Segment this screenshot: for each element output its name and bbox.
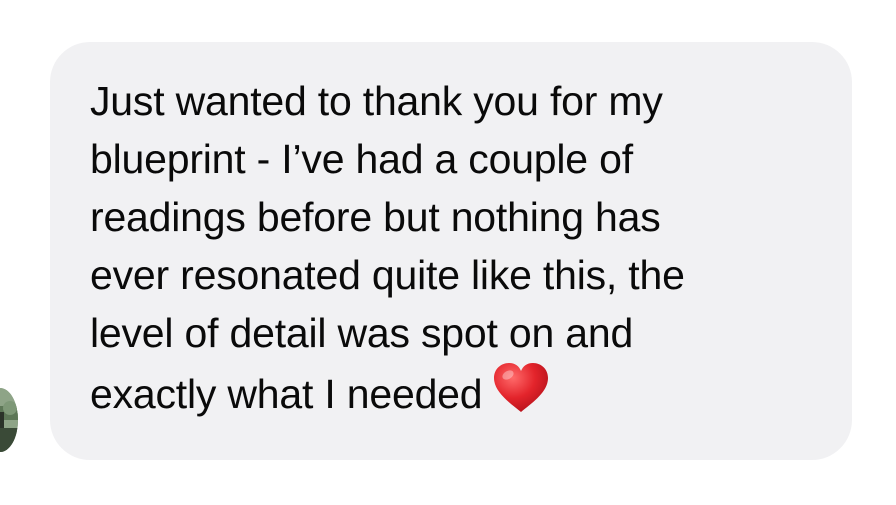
sender-avatar[interactable] xyxy=(0,388,18,452)
message-text: Just wanted to thank you for my blueprin… xyxy=(90,72,828,423)
message-line: ever resonated quite like this, the xyxy=(90,252,685,298)
profile-photo-icon xyxy=(0,388,18,452)
message-line: Just wanted to thank you for my xyxy=(90,78,663,124)
red-heart-icon xyxy=(494,363,549,412)
message-last-line: exactly what I needed xyxy=(90,362,828,423)
message-line: readings before but nothing has xyxy=(90,194,661,240)
message-line: level of detail was spot on and xyxy=(90,310,634,356)
message-line: exactly what I needed xyxy=(90,371,483,417)
message-line: blueprint - I’ve had a couple of xyxy=(90,136,633,182)
message-bubble[interactable]: Just wanted to thank you for my blueprin… xyxy=(50,42,852,460)
